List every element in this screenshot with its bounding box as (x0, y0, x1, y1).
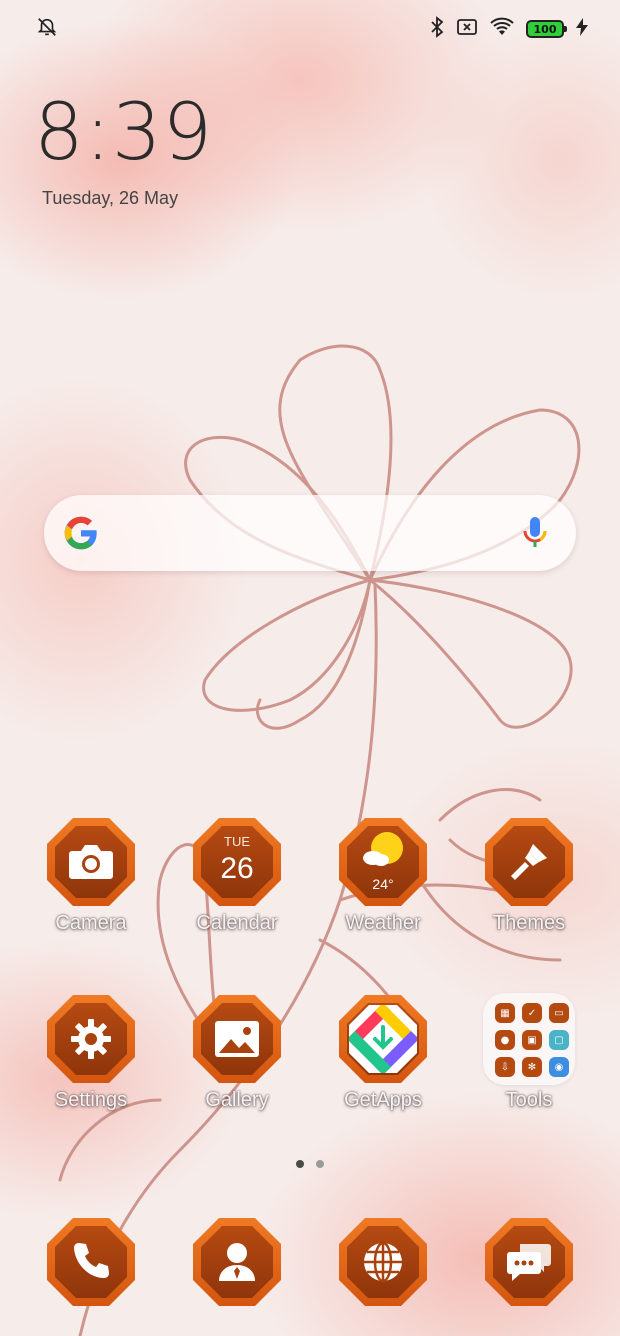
calendar-date: 26 (220, 852, 254, 885)
page-indicator (0, 1160, 620, 1168)
app-label: Tools (505, 1089, 553, 1111)
app-weather[interactable]: 24° Weather (310, 816, 456, 935)
app-label: GetApps (344, 1089, 422, 1111)
clock-icon: ✓ (522, 1003, 542, 1023)
page-dot-1[interactable] (296, 1160, 304, 1168)
gear-icon (45, 993, 137, 1085)
app-label: Camera (55, 912, 127, 934)
contacts-icon (191, 1216, 283, 1308)
recorder-icon: ▭ (549, 1003, 569, 1023)
mic-icon[interactable] (522, 515, 548, 555)
status-bar: 100 (0, 0, 620, 56)
app-label: Weather (345, 912, 421, 934)
calendar-day: TUE (224, 834, 250, 849)
download-icon: ⇩ (495, 1057, 515, 1077)
image-icon (191, 993, 283, 1085)
screen-icon: ▢ (549, 1030, 569, 1050)
wifi-icon (490, 17, 514, 41)
page-dot-2[interactable] (316, 1160, 324, 1168)
app-settings[interactable]: Settings (18, 993, 164, 1112)
app-label: Calendar (196, 912, 278, 934)
paintbrush-icon (483, 816, 575, 908)
no-sim-icon (456, 18, 478, 40)
calendar-icon: TUE 26 (191, 816, 283, 908)
google-g-icon (62, 514, 100, 556)
app-getapps[interactable]: GetApps (310, 993, 456, 1112)
dock-contacts[interactable] (164, 1216, 310, 1308)
clock-time[interactable]: 8:39 (34, 88, 213, 178)
weather-temp: 24° (372, 876, 394, 892)
folder-icon: ▦ ✓ ▭ ● ▣ ▢ ⇩ ✻ ◉ (483, 993, 575, 1085)
calculator-icon: ▦ (495, 1003, 515, 1023)
google-search-bar[interactable] (44, 495, 576, 571)
app-label: Themes (492, 912, 566, 934)
app-themes[interactable]: Themes (456, 816, 602, 935)
bluetooth-icon (430, 16, 444, 42)
security-icon: ◉ (549, 1057, 569, 1077)
clock-date[interactable]: Tuesday, 26 May (42, 188, 178, 209)
battery-indicator: 100 (526, 20, 567, 38)
app-label: Settings (54, 1089, 128, 1111)
cleaner-icon: ✻ (522, 1057, 542, 1077)
scanner-icon: ▣ (522, 1030, 542, 1050)
weather-sun-icon (337, 816, 429, 908)
globe-icon (337, 1216, 429, 1308)
messages-icon (483, 1216, 575, 1308)
silent-alarm-icon (36, 16, 58, 42)
dock-browser[interactable] (310, 1216, 456, 1308)
phone-icon (45, 1216, 137, 1308)
getapps-icon (337, 993, 429, 1085)
app-calendar[interactable]: TUE 26 Calendar (164, 816, 310, 935)
folder-tools[interactable]: ▦ ✓ ▭ ● ▣ ▢ ⇩ ✻ ◉ Tools (456, 993, 602, 1112)
camera-icon (45, 816, 137, 908)
bolt-icon (576, 18, 588, 40)
app-label: Gallery (205, 1089, 269, 1111)
app-camera[interactable]: Camera (18, 816, 164, 935)
dock-phone[interactable] (18, 1216, 164, 1308)
app-gallery[interactable]: Gallery (164, 993, 310, 1112)
dock-messages[interactable] (456, 1216, 602, 1308)
compass-icon: ● (495, 1030, 515, 1050)
